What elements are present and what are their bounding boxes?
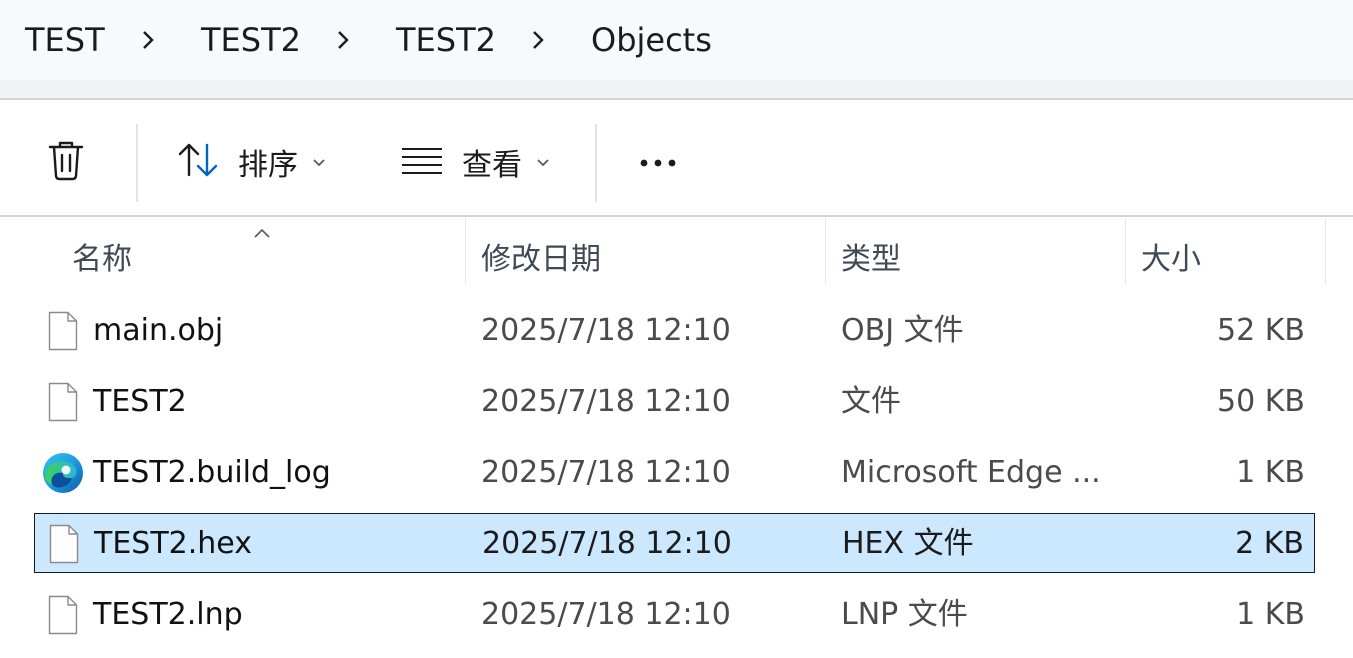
file-row-selected[interactable]: TEST2.hex 2025/7/18 12:10 HEX 文件 2 KB xyxy=(34,513,1315,573)
file-name: TEST2.lnp xyxy=(93,597,243,632)
sort-label: 排序 xyxy=(238,148,298,183)
file-date: 2025/7/18 12:10 xyxy=(481,313,731,348)
view-button[interactable]: 查看 xyxy=(400,132,550,192)
breadcrumb-item-objects[interactable]: Objects xyxy=(591,20,712,60)
file-type: Microsoft Edge ... xyxy=(841,455,1101,490)
breadcrumb: TEST TEST2 TEST2 Objects xyxy=(0,0,1353,80)
file-size: 2 KB xyxy=(1235,526,1304,561)
file-row[interactable]: main.obj 2025/7/18 12:10 OBJ 文件 52 KB xyxy=(34,301,1315,361)
view-label: 查看 xyxy=(462,148,522,183)
file-size: 50 KB xyxy=(1217,384,1305,419)
sort-button[interactable]: 排序 xyxy=(176,132,326,192)
file-type: OBJ 文件 xyxy=(841,313,964,348)
generic-file-icon xyxy=(48,311,78,351)
file-size: 52 KB xyxy=(1217,313,1305,348)
list-lines-icon xyxy=(400,145,444,179)
breadcrumb-band xyxy=(0,80,1353,98)
column-resize-handle[interactable] xyxy=(825,218,826,284)
chevron-up-icon xyxy=(253,224,271,243)
more-dots-icon xyxy=(636,153,680,172)
breadcrumb-item-test2-sub[interactable]: TEST2 xyxy=(396,20,496,60)
file-date: 2025/7/18 12:10 xyxy=(481,597,731,632)
chevron-right-icon[interactable] xyxy=(331,20,355,60)
file-row[interactable]: TEST2.build_log 2025/7/18 12:10 Microsof… xyxy=(34,443,1315,503)
breadcrumb-item-test[interactable]: TEST xyxy=(25,20,105,60)
column-header-date[interactable]: 修改日期 xyxy=(481,234,601,278)
toolbar-separator xyxy=(136,124,138,202)
column-header-name[interactable]: 名称 xyxy=(72,234,132,278)
file-name: TEST2.build_log xyxy=(93,455,331,490)
file-name: main.obj xyxy=(93,313,224,348)
chevron-down-icon xyxy=(536,153,550,172)
column-resize-handle[interactable] xyxy=(465,218,466,284)
file-row[interactable]: TEST2 2025/7/18 12:10 文件 50 KB xyxy=(34,372,1315,432)
divider xyxy=(0,215,1353,217)
column-resize-handle[interactable] xyxy=(1325,218,1326,284)
chevron-right-icon[interactable] xyxy=(526,20,550,60)
file-type: LNP 文件 xyxy=(841,597,968,632)
breadcrumb-item-test2[interactable]: TEST2 xyxy=(201,20,301,60)
generic-file-icon xyxy=(49,524,79,564)
file-type: 文件 xyxy=(841,384,901,419)
file-type: HEX 文件 xyxy=(842,526,974,561)
generic-file-icon xyxy=(48,382,78,422)
file-date: 2025/7/18 12:10 xyxy=(481,455,731,490)
trash-icon xyxy=(46,138,86,186)
chevron-down-icon xyxy=(312,153,326,172)
delete-button[interactable] xyxy=(46,132,96,192)
file-size: 1 KB xyxy=(1236,597,1305,632)
chevron-right-icon[interactable] xyxy=(136,20,160,60)
more-options-button[interactable] xyxy=(630,132,686,192)
toolbar-separator xyxy=(595,124,597,202)
column-header-row: 名称 修改日期 类型 大小 xyxy=(0,218,1353,284)
sort-arrows-icon xyxy=(176,140,220,184)
file-name: TEST2.hex xyxy=(94,526,252,561)
file-row[interactable]: TEST2.lnp 2025/7/18 12:10 LNP 文件 1 KB xyxy=(34,585,1315,645)
column-header-type[interactable]: 类型 xyxy=(841,234,901,278)
column-header-size[interactable]: 大小 xyxy=(1141,234,1201,278)
generic-file-icon xyxy=(48,595,78,635)
edge-browser-icon xyxy=(42,452,84,494)
file-name: TEST2 xyxy=(93,384,187,419)
file-date: 2025/7/18 12:10 xyxy=(481,384,731,419)
file-date: 2025/7/18 12:10 xyxy=(482,526,732,561)
column-resize-handle[interactable] xyxy=(1125,218,1126,284)
file-size: 1 KB xyxy=(1236,455,1305,490)
